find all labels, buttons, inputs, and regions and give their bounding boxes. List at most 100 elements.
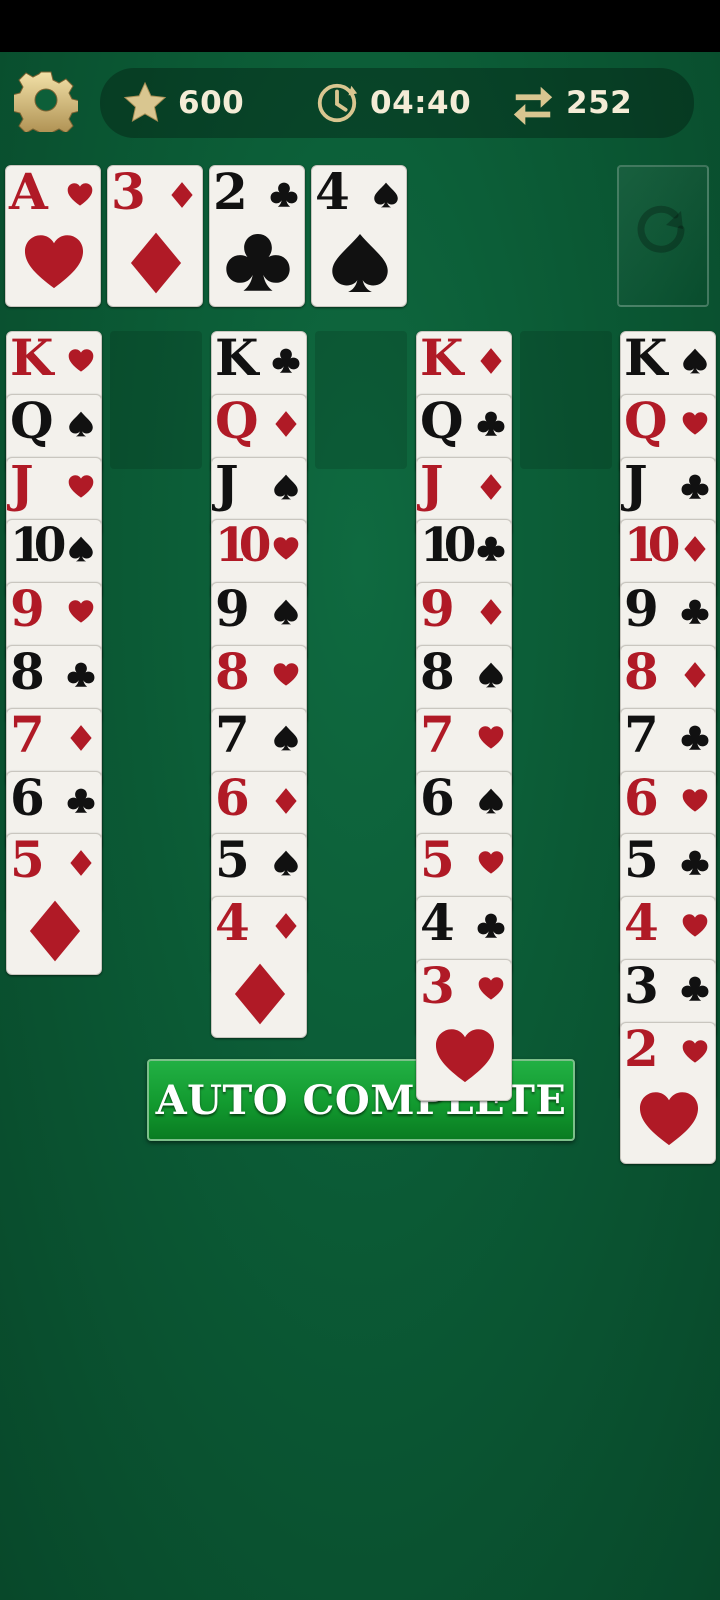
diamond-icon xyxy=(70,850,92,876)
club-icon xyxy=(67,788,95,813)
timer-display: 04:40 xyxy=(314,68,471,138)
diamond-icon xyxy=(684,536,706,562)
diamond-icon xyxy=(480,348,502,374)
heart-icon xyxy=(478,726,504,749)
card-5-of-diamonds[interactable]: 5 xyxy=(6,833,102,975)
hud-bar: 600 04:40 252 xyxy=(100,68,694,138)
card-rank: 3 xyxy=(111,165,146,221)
card-rank: 7 xyxy=(420,708,455,764)
card-rank: 4 xyxy=(624,896,659,952)
card-3-of-hearts[interactable]: 3 xyxy=(416,959,512,1101)
heart-icon xyxy=(682,412,708,435)
diamond-icon xyxy=(29,900,81,962)
card-rank: 3 xyxy=(624,959,659,1015)
card-rank: 8 xyxy=(215,645,250,701)
card-rank: 10 xyxy=(624,519,680,573)
stock-pile[interactable] xyxy=(617,165,709,307)
card-rank: 10 xyxy=(10,519,66,573)
heart-icon xyxy=(478,977,504,1000)
club-icon xyxy=(477,536,505,561)
card-rank: 9 xyxy=(420,582,455,638)
card-rank: 3 xyxy=(420,959,455,1015)
card-rank: 9 xyxy=(624,582,659,638)
card-rank: 5 xyxy=(215,833,250,889)
card-2-of-hearts[interactable]: 2 xyxy=(620,1022,716,1164)
diamond-icon xyxy=(275,788,297,814)
spade-icon xyxy=(274,725,298,751)
card-rank: Q xyxy=(10,394,54,450)
card-rank: 8 xyxy=(420,645,455,701)
empty-tableau-slot[interactable] xyxy=(520,331,612,469)
card-rank: K xyxy=(10,331,54,387)
card-rank: K xyxy=(420,331,464,387)
card-rank: 9 xyxy=(215,582,250,638)
spade-icon xyxy=(274,850,298,876)
empty-tableau-slot[interactable] xyxy=(315,331,407,469)
card-4-of-diamonds[interactable]: 4 xyxy=(211,896,307,1038)
heart-icon xyxy=(682,789,708,812)
card-rank: 7 xyxy=(624,708,659,764)
card-rank: 6 xyxy=(624,771,659,827)
spade-icon xyxy=(274,599,298,625)
spade-icon xyxy=(479,662,503,688)
club-icon xyxy=(681,725,709,750)
card-rank: K xyxy=(215,331,259,387)
moves-display: 252 xyxy=(510,68,632,138)
card-rank: 6 xyxy=(215,771,250,827)
club-icon xyxy=(477,913,505,938)
card-2-of-clubs[interactable]: 2 xyxy=(209,165,305,307)
diamond-icon xyxy=(684,662,706,688)
card-rank: 5 xyxy=(420,833,455,889)
spade-icon xyxy=(332,233,388,293)
card-rank: 7 xyxy=(215,708,250,764)
card-4-of-spades[interactable]: 4 xyxy=(311,165,407,307)
recycle-icon xyxy=(637,205,685,253)
diamond-icon xyxy=(275,411,297,437)
card-rank: 8 xyxy=(10,645,45,701)
gear-icon[interactable] xyxy=(14,68,78,132)
club-icon xyxy=(272,348,300,373)
diamond-icon xyxy=(275,913,297,939)
timer-value: 04:40 xyxy=(370,85,472,121)
club-icon xyxy=(681,474,709,499)
card-rank: J xyxy=(624,457,648,513)
spade-icon xyxy=(69,536,93,562)
card-rank: 4 xyxy=(315,165,350,221)
card-rank: 5 xyxy=(624,833,659,889)
diamond-icon xyxy=(171,182,193,208)
status-bar xyxy=(0,0,720,52)
card-a-of-hearts[interactable]: A xyxy=(5,165,101,307)
card-rank: 2 xyxy=(624,1022,659,1078)
heart-icon xyxy=(273,537,299,560)
score-value: 600 xyxy=(178,85,245,121)
heart-icon xyxy=(68,349,94,372)
card-rank: 10 xyxy=(215,519,271,573)
score-display: 600 xyxy=(122,68,244,138)
heart-icon xyxy=(682,914,708,937)
spade-icon xyxy=(683,348,707,374)
card-rank: 10 xyxy=(420,519,476,573)
heart-icon xyxy=(639,1092,699,1146)
club-icon xyxy=(681,850,709,875)
diamond-icon xyxy=(130,232,182,294)
heart-icon xyxy=(24,235,84,289)
card-rank: 2 xyxy=(213,165,248,221)
diamond-icon xyxy=(480,599,502,625)
clock-icon xyxy=(317,83,358,123)
empty-tableau-slot[interactable] xyxy=(110,331,202,469)
card-rank: 4 xyxy=(420,896,455,952)
spade-icon xyxy=(69,411,93,437)
heart-icon xyxy=(435,1029,495,1083)
spade-icon xyxy=(479,788,503,814)
card-3-of-diamonds[interactable]: 3 xyxy=(107,165,203,307)
card-rank: 7 xyxy=(10,708,45,764)
swap-arrows-icon xyxy=(513,86,553,126)
card-rank: K xyxy=(624,331,668,387)
card-rank: J xyxy=(10,457,34,513)
heart-icon xyxy=(478,851,504,874)
card-rank: Q xyxy=(215,394,259,450)
diamond-icon xyxy=(480,474,502,500)
heart-icon xyxy=(68,475,94,498)
moves-value: 252 xyxy=(566,85,633,121)
card-rank: A xyxy=(9,165,48,221)
